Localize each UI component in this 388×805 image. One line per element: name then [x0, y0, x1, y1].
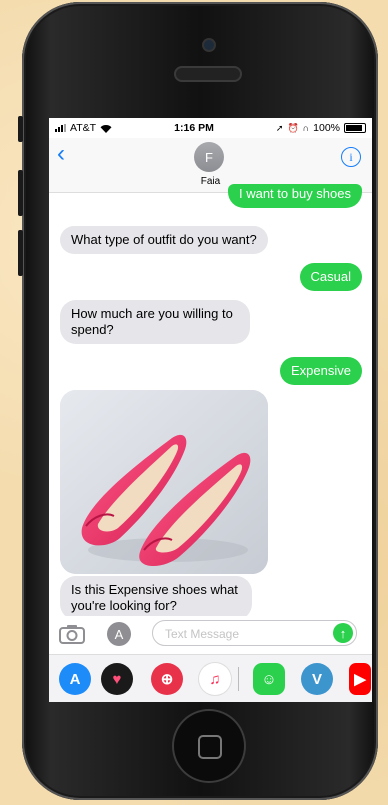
front-camera — [204, 40, 214, 50]
earpiece-speaker — [174, 66, 242, 82]
send-button[interactable]: ↑ — [333, 623, 353, 643]
info-button[interactable]: i — [341, 147, 361, 167]
incoming-message[interactable]: Is this Expensive shoes what you're look… — [60, 576, 252, 620]
app-drawer: A ♥ ⊕ ♫ ☺ V ▶ — [49, 654, 372, 702]
app-store-icon[interactable]: A — [59, 663, 91, 695]
alarm-icon: ⏰ — [287, 122, 299, 133]
clock: 1:16 PM — [174, 122, 214, 134]
outgoing-message[interactable]: Casual — [299, 263, 362, 291]
volume-up-button — [18, 170, 23, 216]
bitmoji-icon[interactable]: ☺ — [253, 663, 285, 695]
contact-avatar[interactable]: F — [194, 142, 224, 172]
carrier-label: AT&T — [70, 122, 97, 134]
incoming-message[interactable]: What type of outfit do you want? — [60, 226, 268, 254]
images-search-icon[interactable]: ⊕ — [151, 663, 183, 695]
outgoing-message[interactable]: I want to buy shoes — [227, 184, 362, 208]
headphones-icon: ∩ — [302, 123, 310, 133]
message-placeholder: Text Message — [165, 627, 240, 641]
heart-digital-touch-icon[interactable]: ♥ — [101, 663, 133, 695]
venmo-icon[interactable]: V — [301, 663, 333, 695]
app-store-toggle-icon[interactable]: A — [107, 622, 131, 646]
signal-icon — [55, 124, 66, 132]
incoming-message[interactable]: How much are you willing to spend? — [60, 300, 250, 344]
shoe-image-message[interactable] — [60, 390, 268, 574]
music-icon[interactable]: ♫ — [199, 663, 231, 695]
back-button[interactable]: ‹ — [57, 142, 65, 166]
home-button[interactable] — [174, 711, 244, 781]
divider — [238, 667, 239, 691]
status-bar: AT&T 1:16 PM ➚ ⏰ ∩ 100% — [49, 118, 372, 138]
messages-screen: AT&T 1:16 PM ➚ ⏰ ∩ 100% ‹ F Faia i I wan… — [49, 118, 372, 702]
camera-icon[interactable] — [59, 624, 85, 644]
location-icon: ➚ — [275, 122, 284, 133]
battery-percent: 100% — [313, 122, 340, 134]
battery-icon — [344, 123, 366, 133]
message-composer: A Text Message ↑ — [49, 616, 372, 652]
youtube-icon[interactable]: ▶ — [349, 663, 371, 695]
mute-switch — [18, 116, 23, 142]
wifi-icon — [100, 124, 112, 133]
pink-shoes-image — [60, 390, 268, 574]
outgoing-message[interactable]: Expensive — [280, 357, 362, 385]
volume-down-button — [18, 230, 23, 276]
message-input[interactable]: Text Message ↑ — [152, 620, 357, 646]
